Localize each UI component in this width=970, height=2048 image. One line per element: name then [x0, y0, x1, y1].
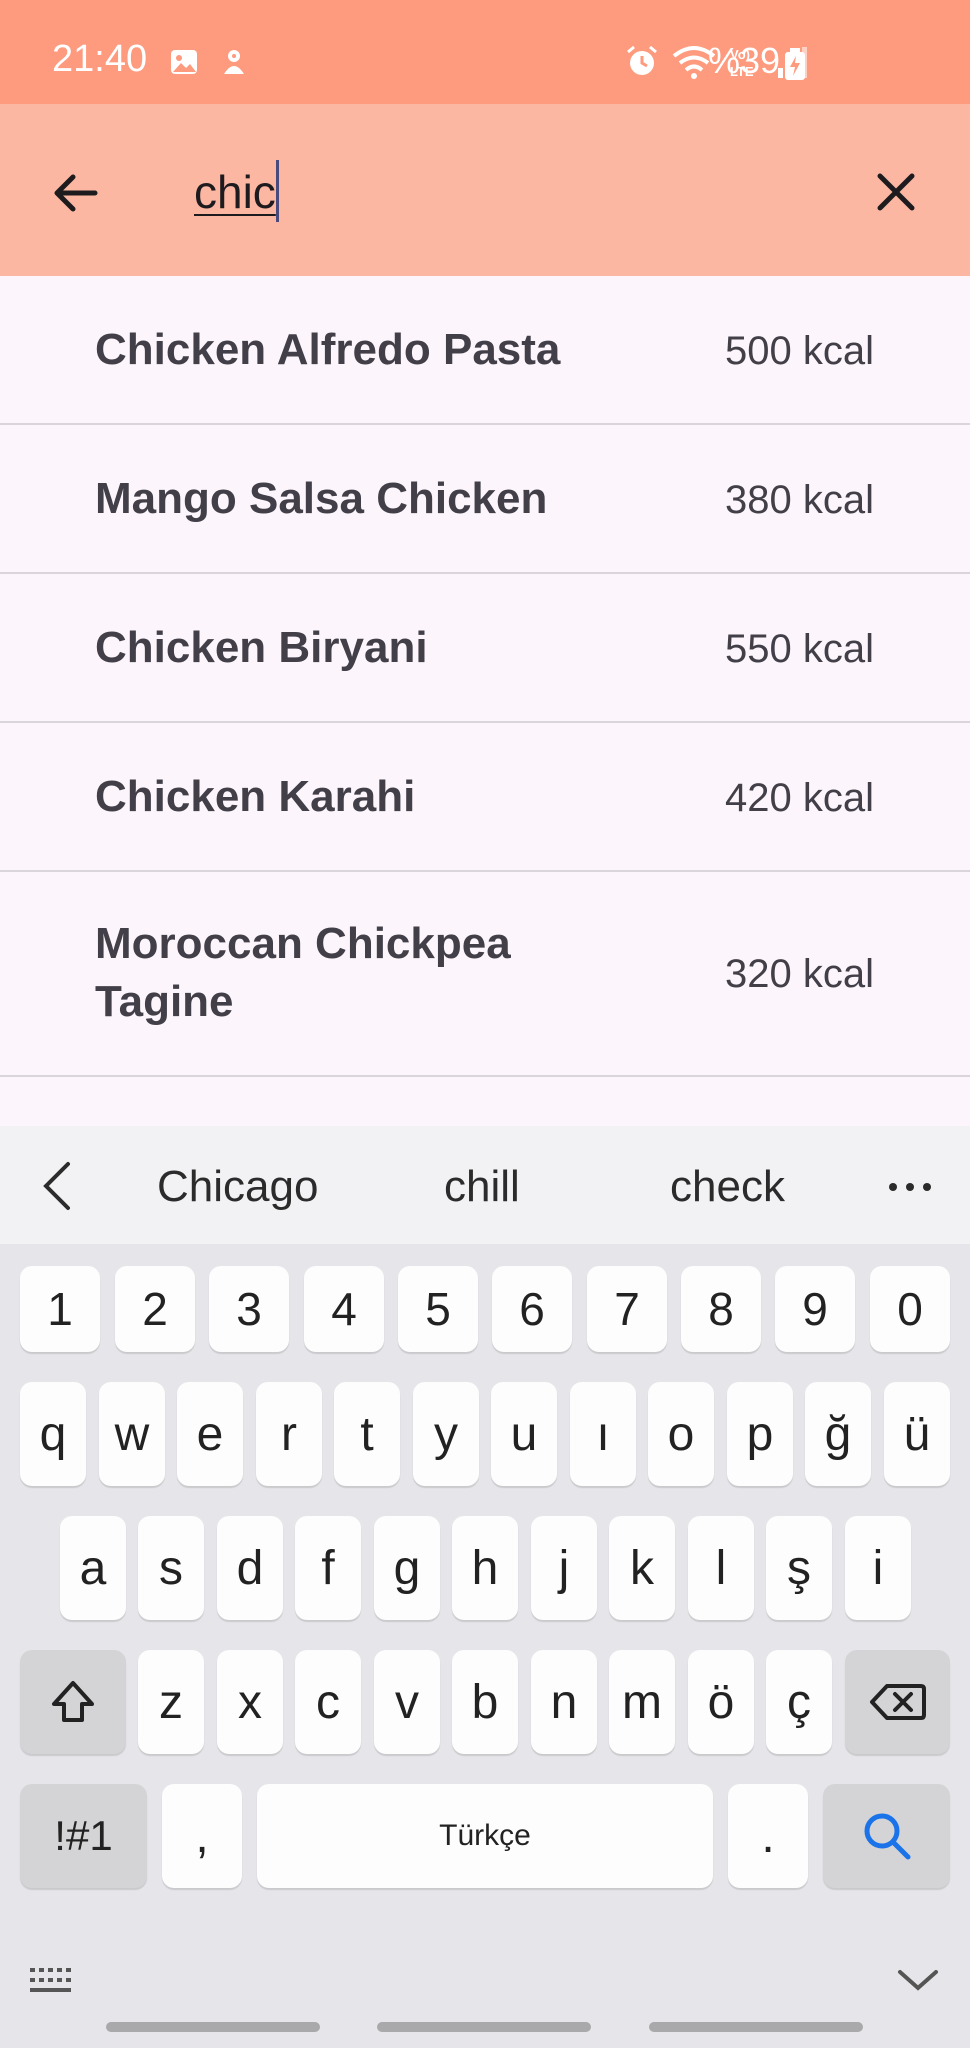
search-bar: chic [0, 104, 970, 276]
image-icon [171, 50, 197, 74]
key-l[interactable]: l [688, 1516, 754, 1620]
battery-charging-icon [785, 48, 805, 80]
text-caret [275, 160, 279, 222]
key-t[interactable]: t [334, 1382, 400, 1486]
key-f[interactable]: f [295, 1516, 361, 1620]
key-y[interactable]: y [413, 1382, 479, 1486]
list-item[interactable]: Chicken Karahi 420 kcal [0, 723, 970, 872]
list-item[interactable]: Chicken Biryani 550 kcal [0, 574, 970, 723]
key-i[interactable]: i [845, 1516, 911, 1620]
key-8[interactable]: 8 [681, 1266, 761, 1352]
alarm-icon [627, 45, 657, 75]
battery-percentage: %39 [708, 40, 781, 81]
key-g-breve[interactable]: ğ [805, 1382, 871, 1486]
key-g[interactable]: g [374, 1516, 440, 1620]
key-c-cedilla[interactable]: ç [766, 1650, 832, 1754]
key-5[interactable]: 5 [398, 1266, 478, 1352]
close-icon [877, 173, 915, 211]
nav-pill-right [649, 2022, 863, 2032]
keyboard-bottom-bar [0, 1922, 970, 2048]
key-3[interactable]: 3 [209, 1266, 289, 1352]
food-calories: 550 kcal [725, 627, 874, 671]
key-q[interactable]: q [20, 1382, 86, 1486]
key-p[interactable]: p [727, 1382, 793, 1486]
food-name: Moroccan Chickpea Tagine [95, 919, 511, 1026]
key-r[interactable]: r [256, 1382, 322, 1486]
key-n[interactable]: n [531, 1650, 597, 1754]
food-name: Mango Salsa Chicken [95, 474, 548, 523]
key-s-cedilla[interactable]: ş [766, 1516, 832, 1620]
key-4[interactable]: 4 [304, 1266, 384, 1352]
search-query: chic [194, 166, 276, 218]
key-o-umlaut[interactable]: ö [688, 1650, 754, 1754]
shift-icon [52, 1681, 94, 1722]
key-s[interactable]: s [138, 1516, 204, 1620]
key-1[interactable]: 1 [20, 1266, 100, 1352]
food-calories: 500 kcal [725, 329, 874, 373]
key-x[interactable]: x [217, 1650, 283, 1754]
key-z[interactable]: z [138, 1650, 204, 1754]
food-calories: 420 kcal [725, 776, 874, 820]
key-period[interactable]: . [728, 1784, 808, 1888]
notification-icon [224, 50, 244, 74]
key-d[interactable]: d [217, 1516, 283, 1620]
back-button[interactable] [44, 162, 106, 224]
space-key[interactable]: Türkçe [257, 1784, 713, 1888]
more-icon[interactable] [888, 1182, 932, 1192]
key-0[interactable]: 0 [870, 1266, 950, 1352]
keyboard: Chicago chill check 1 2 3 4 5 6 7 8 9 0 … [0, 1126, 970, 2048]
key-h[interactable]: h [452, 1516, 518, 1620]
arrow-left-icon [54, 174, 98, 212]
list-item[interactable]: Mango Salsa Chicken 380 kcal [0, 425, 970, 574]
key-w[interactable]: w [99, 1382, 165, 1486]
search-icon [864, 1813, 910, 1860]
food-name: Chicken Karahi [95, 772, 416, 821]
food-calories: 320 kcal [725, 952, 874, 996]
clear-search-button[interactable] [866, 162, 926, 222]
suggestion-bar: Chicago chill check [0, 1126, 970, 1244]
backspace-icon [869, 1684, 926, 1720]
status-time: 21:40 [52, 38, 148, 80]
key-e[interactable]: e [177, 1382, 243, 1486]
key-comma[interactable]: , [162, 1784, 242, 1888]
search-key[interactable] [823, 1784, 950, 1888]
food-name: Chicken Alfredo Pasta [95, 325, 561, 374]
key-b[interactable]: b [452, 1650, 518, 1754]
search-input[interactable]: chic [194, 160, 834, 224]
food-calories: 380 kcal [725, 478, 874, 522]
key-v[interactable]: v [374, 1650, 440, 1754]
key-a[interactable]: a [60, 1516, 126, 1620]
nav-pill-left [106, 2022, 320, 2032]
key-7[interactable]: 7 [587, 1266, 667, 1352]
shift-key[interactable] [20, 1650, 126, 1754]
key-u[interactable]: u [491, 1382, 557, 1486]
suggestion-2[interactable]: chill [444, 1162, 520, 1212]
key-2[interactable]: 2 [115, 1266, 195, 1352]
chevron-left-icon[interactable] [38, 1160, 78, 1212]
key-dotless-i[interactable]: ı [570, 1382, 636, 1486]
results-list: Chicken Alfredo Pasta 500 kcal Mango Sal… [0, 276, 970, 1077]
suggestion-1[interactable]: Chicago [157, 1162, 318, 1212]
key-k[interactable]: k [609, 1516, 675, 1620]
key-m[interactable]: m [609, 1650, 675, 1754]
list-item[interactable]: Chicken Alfredo Pasta 500 kcal [0, 276, 970, 425]
key-6[interactable]: 6 [492, 1266, 572, 1352]
key-o[interactable]: o [648, 1382, 714, 1486]
key-c[interactable]: c [295, 1650, 361, 1754]
key-u-umlaut[interactable]: ü [884, 1382, 950, 1486]
key-9[interactable]: 9 [775, 1266, 855, 1352]
list-item[interactable]: Moroccan Chickpea Tagine 320 kcal [0, 872, 970, 1077]
suggestion-3[interactable]: check [670, 1162, 785, 1212]
key-j[interactable]: j [531, 1516, 597, 1620]
backspace-key[interactable] [845, 1650, 950, 1754]
symbols-key[interactable]: !#1 [20, 1784, 147, 1888]
nav-pill-center [377, 2022, 591, 2032]
food-name: Chicken Biryani [95, 623, 428, 672]
keyboard-grid-icon[interactable] [28, 1966, 78, 1996]
status-bar: 21:40 Vo) LTE %39 [0, 0, 970, 104]
chevron-down-icon[interactable] [896, 1966, 940, 1994]
